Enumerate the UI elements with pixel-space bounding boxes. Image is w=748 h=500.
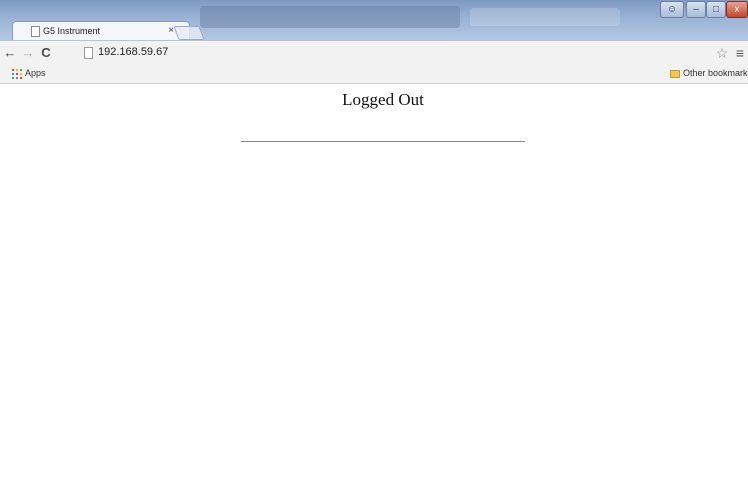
apps-grid-dot (12, 73, 14, 75)
title-bar: G5 Instrument × ☺ – □ x (0, 0, 748, 41)
page-icon (31, 26, 40, 37)
minimize-button[interactable]: – (686, 1, 706, 18)
apps-grid-dot (16, 69, 18, 71)
bookmarks-bar: Apps Other bookmarks (0, 65, 748, 84)
address-bar[interactable]: 192.168.59.67 (80, 44, 708, 63)
page-content: Logged Out (0, 85, 748, 500)
apps-grid-dot (16, 77, 18, 79)
apps-grid-dot (16, 73, 18, 75)
divider (241, 141, 525, 142)
forward-button[interactable]: → (20, 45, 36, 61)
browser-tab[interactable]: G5 Instrument × (12, 21, 190, 41)
bookmark-star-icon[interactable]: ☆ (714, 44, 730, 62)
browser-window: G5 Instrument × ☺ – □ x ← → C 192.168.59… (0, 0, 748, 500)
tab-title: G5 Instrument (43, 26, 101, 36)
apps-label: Apps (25, 68, 46, 78)
back-button[interactable]: ← (2, 45, 18, 61)
address-url: 192.168.59.67 (98, 46, 169, 58)
other-bookmarks-folder[interactable]: Other bookmarks (670, 68, 748, 82)
page-icon (84, 47, 93, 59)
maximize-button[interactable]: □ (706, 1, 726, 18)
page-title: Logged Out (342, 90, 424, 109)
apps-grid-dot (20, 73, 22, 75)
close-window-button[interactable]: x (726, 1, 748, 18)
apps-grid-dot (20, 69, 22, 71)
browser-toolbar: ← → C 192.168.59.67 ☆ ≡ (0, 40, 748, 65)
user-profile-button[interactable]: ☺ (660, 1, 684, 18)
apps-grid-dot (20, 77, 22, 79)
reload-button[interactable]: C (38, 45, 54, 61)
apps-grid-dot (12, 69, 14, 71)
menu-icon[interactable]: ≡ (733, 44, 747, 62)
other-bookmarks-label: Other bookmarks (683, 68, 748, 78)
apps-grid-dot (12, 77, 14, 79)
background-window-blur (200, 6, 460, 28)
background-window-blur (470, 8, 620, 26)
folder-icon (670, 70, 680, 78)
new-tab-button[interactable] (173, 26, 205, 40)
apps-grid-icon (12, 69, 22, 79)
